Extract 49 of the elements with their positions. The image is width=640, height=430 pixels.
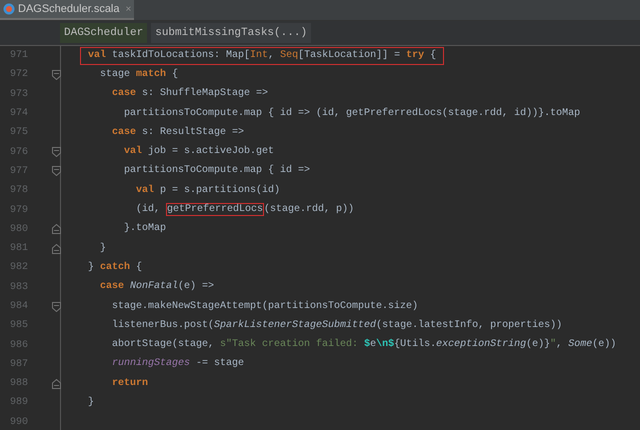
fold-icon[interactable] — [52, 378, 60, 389]
code-line: stage.makeNewStageAttempt(partitionsToCompute.size) — [111, 300, 420, 314]
line-number: 973 — [8, 88, 28, 102]
line-number: 986 — [8, 338, 28, 353]
line-number: 976 — [8, 146, 28, 160]
code-line: runningStages -= stage — [111, 356, 246, 372]
code-line: (id, getPreferredLocs(stage.rdd, p)) — [135, 202, 356, 218]
code-line: val p = s.partitions(id) — [135, 184, 282, 198]
code-line: }.toMap — [123, 222, 168, 236]
line-number: 977 — [8, 164, 28, 179]
code-line: abortStage(stage, s"Task creation failed: $e\n${Utils.exceptionString(e)}", Some(e)) — [111, 338, 618, 352]
code-line: listenerBus.post(SparkListenerStageSubmitted(stage.latestInfo, properties)) — [111, 318, 564, 333]
line-number: 985 — [8, 319, 28, 334]
line-number: 971 — [8, 49, 28, 64]
file-tab[interactable]: DAGScheduler.scala × — [0, 0, 134, 20]
fold-icon[interactable] — [52, 244, 60, 254]
fold-icon[interactable] — [52, 147, 60, 158]
code-line: partitionsToCompute.map { id => (id, getPreferredLocs(stage.rdd, id))}.toMap — [123, 106, 582, 121]
fold-icon[interactable] — [52, 70, 60, 80]
line-number: 989 — [8, 396, 28, 410]
code-line: val job = s.activeJob.get — [123, 144, 276, 160]
code-line: } — [87, 396, 96, 410]
code-line: case s: ResultStage => — [111, 126, 246, 140]
breadcrumb[interactable]: DAGScheduler — [60, 22, 148, 44]
fold-icon[interactable] — [52, 224, 60, 234]
fold-icon[interactable] — [52, 166, 60, 176]
line-number: 978 — [8, 184, 28, 198]
code-line: return — [111, 376, 150, 391]
code-line: case NonFatal(e) => — [99, 280, 216, 294]
line-number: 974 — [8, 107, 28, 122]
code-line: } — [99, 242, 108, 256]
code-line: case s: ShuffleMapStage => — [111, 86, 270, 102]
line-number: 984 — [8, 300, 28, 314]
code-line: partitionsToCompute.map { id => — [123, 164, 312, 178]
code-line: } catch { — [87, 260, 144, 275]
line-number: 980 — [8, 222, 28, 237]
line-number: 990 — [8, 416, 28, 430]
line-number: 979 — [8, 204, 28, 218]
line-number: 987 — [8, 358, 28, 372]
line-number: 975 — [8, 126, 28, 140]
breadcrumb[interactable]: submitMissingTasks(...) — [151, 22, 312, 44]
line-number: 981 — [8, 242, 28, 256]
line-number: 988 — [8, 377, 28, 392]
fold-icon[interactable] — [52, 302, 60, 312]
line-number: 972 — [8, 68, 28, 82]
code-line: stage match { — [99, 68, 180, 82]
line-number: 983 — [8, 280, 28, 295]
line-number: 982 — [8, 261, 28, 276]
file-icon — [3, 3, 15, 15]
